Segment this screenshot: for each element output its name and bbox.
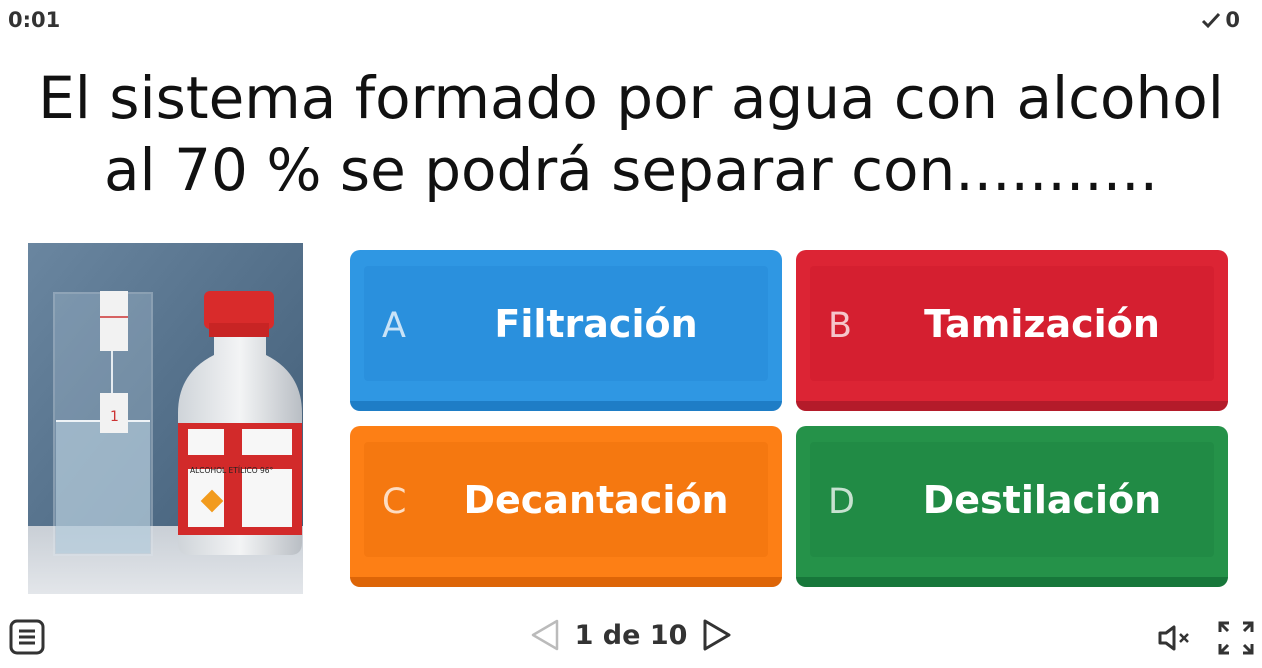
muted-speaker-icon bbox=[1158, 625, 1189, 651]
question-line-2: al 70 % se podrá separar con........... bbox=[103, 136, 1159, 204]
timer: 0:01 bbox=[8, 8, 61, 32]
answer-label: Filtración bbox=[494, 302, 698, 346]
answer-option-c[interactable]: C Decantación bbox=[350, 426, 782, 587]
next-arrow-icon[interactable] bbox=[699, 618, 733, 652]
answer-option-a[interactable]: A Filtración bbox=[350, 250, 782, 411]
question-text: El sistema formado por agua con alcohol … bbox=[0, 62, 1262, 206]
check-icon bbox=[1202, 12, 1221, 29]
score-display: 0 bbox=[1201, 8, 1240, 32]
bottle-label: ALCOHOL ETÍLICO 96° bbox=[190, 466, 274, 475]
answer-label: Decantación bbox=[463, 478, 729, 522]
answer-letter: C bbox=[382, 482, 407, 522]
answer-option-b[interactable]: B Tamización bbox=[796, 250, 1228, 411]
mute-button[interactable] bbox=[1157, 624, 1197, 652]
fullscreen-button[interactable] bbox=[1218, 621, 1254, 655]
answer-letter: B bbox=[828, 306, 853, 346]
answer-letter: D bbox=[828, 482, 855, 522]
page-indicator: 1 de 10 bbox=[574, 619, 688, 651]
pager: 1 de 10 bbox=[0, 618, 1262, 652]
prev-arrow-icon[interactable] bbox=[529, 618, 563, 652]
fullscreen-icon bbox=[1218, 621, 1254, 655]
answer-letter: A bbox=[382, 306, 406, 346]
question-line-1: El sistema formado por agua con alcohol bbox=[38, 64, 1224, 132]
answer-label: Tamización bbox=[924, 302, 1160, 346]
question-image: 1 ALCOHOL ETÍLICO 96° bbox=[28, 243, 303, 594]
alcohol-glass-photo: 1 ALCOHOL ETÍLICO 96° bbox=[28, 243, 303, 594]
glass-mark: 1 bbox=[110, 409, 119, 425]
score-value: 0 bbox=[1225, 8, 1240, 32]
answer-label: Destilación bbox=[922, 478, 1162, 522]
answer-option-d[interactable]: D Destilación bbox=[796, 426, 1228, 587]
